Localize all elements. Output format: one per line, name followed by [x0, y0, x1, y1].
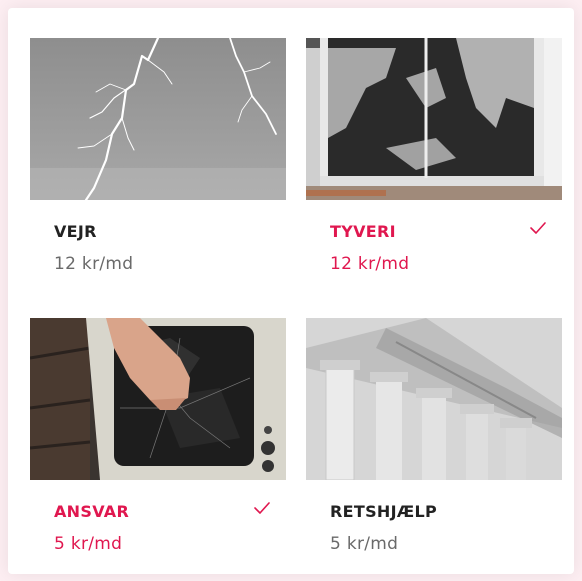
card-price: 5 kr/md: [330, 534, 399, 554]
checkmark-icon: [252, 498, 272, 518]
checkmark-icon: [528, 218, 548, 238]
card-title: VEJR: [54, 222, 97, 241]
broken-tv-image: [30, 318, 286, 480]
option-card-vejr[interactable]: VEJR 12 kr/md: [30, 38, 286, 300]
card-price: 12 kr/md: [330, 254, 410, 274]
option-card-ansvar[interactable]: ANSVAR 5 kr/md: [30, 318, 286, 574]
lightning-image: [30, 38, 286, 200]
option-card-tyveri[interactable]: TYVERI 12 kr/md: [306, 38, 562, 300]
card-title: RETSHJÆLP: [330, 502, 438, 521]
card-title: ANSVAR: [54, 502, 130, 521]
card-price: 12 kr/md: [54, 254, 134, 274]
courthouse-image: [306, 318, 562, 480]
card-price: 5 kr/md: [54, 534, 123, 554]
option-card-retshjaelp[interactable]: RETSHJÆLP 5 kr/md: [306, 318, 562, 574]
broken-window-image: [306, 38, 562, 200]
card-title: TYVERI: [330, 222, 396, 241]
insurance-options-panel: VEJR 12 kr/md TYVERI 12 kr/md ANSVAR 5 k…: [8, 8, 574, 574]
